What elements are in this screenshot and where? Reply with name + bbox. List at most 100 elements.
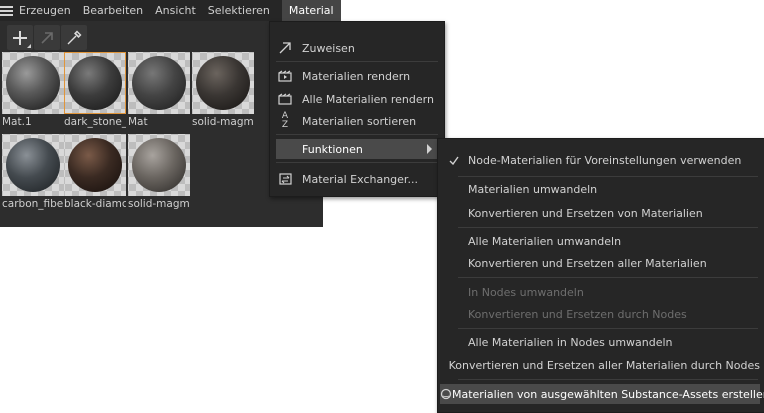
menu-item-label: Material Exchanger... xyxy=(302,172,418,186)
menu-ansicht[interactable]: Ansicht xyxy=(149,0,202,21)
submenu-item-to-nodes: In Nodes umwandeln xyxy=(440,282,760,302)
menu-item-zuweisen[interactable]: Zuweisen xyxy=(276,38,438,58)
checkmark-icon xyxy=(440,153,468,167)
submenu-item-label: Materialien von ausgewählten Substance-A… xyxy=(452,387,764,401)
material-sphere xyxy=(68,56,122,110)
material-thumbnail xyxy=(2,52,64,114)
blank-icon xyxy=(440,182,468,196)
material-thumbnail xyxy=(128,134,190,196)
material-item[interactable]: dark_stone_ xyxy=(64,52,126,128)
submenu-item-replace-by-nodes: Konvertieren und Ersetzen durch Nodes xyxy=(440,304,760,324)
eyedropper-icon xyxy=(67,30,82,44)
menu-separator xyxy=(458,277,758,278)
menu-item-label: Materialien sortieren xyxy=(302,114,417,128)
menu-separator xyxy=(458,176,758,177)
blank-icon xyxy=(440,206,468,220)
submenu-item-label: In Nodes umwandeln xyxy=(468,285,584,299)
menu-selektieren[interactable]: Selektieren xyxy=(202,0,276,21)
apply-material-button[interactable] xyxy=(34,25,60,50)
menu-separator xyxy=(458,227,758,228)
material-thumbnail xyxy=(128,52,190,114)
submenu-arrow-icon xyxy=(427,144,432,154)
menu-item-alle-materialien-rendern[interactable]: Alle Materialien rendern xyxy=(276,89,438,109)
plus-icon xyxy=(13,30,27,45)
submenu-item-from-substance[interactable]: Materialien von ausgewählten Substance-A… xyxy=(440,384,764,404)
submenu-item-label: Konvertieren und Ersetzen aller Material… xyxy=(468,256,707,270)
material-item[interactable]: solid-magm xyxy=(128,134,190,210)
material-sphere xyxy=(132,138,186,192)
material-label: carbon_fibe xyxy=(2,198,64,210)
submenu-item-replace-all-by-nodes[interactable]: Konvertieren und Ersetzen aller Material… xyxy=(440,355,760,375)
material-label: solid-magm xyxy=(192,116,254,128)
material-label: black-diamc xyxy=(64,198,126,210)
submenu-item-convert-all[interactable]: Alle Materialien umwandeln xyxy=(440,231,760,251)
material-sphere xyxy=(132,56,186,110)
menu-separator xyxy=(276,162,438,163)
material-item[interactable]: Mat xyxy=(128,52,190,128)
exchanger-icon xyxy=(276,172,294,186)
material-item[interactable]: black-diamc xyxy=(64,134,126,210)
menu-material[interactable]: Material xyxy=(281,0,341,21)
material-thumbnail xyxy=(2,134,64,196)
arrow-up-right-icon xyxy=(276,41,294,55)
menu-item-label: Alle Materialien rendern xyxy=(302,92,434,106)
substance-icon xyxy=(440,387,452,401)
blank-icon xyxy=(440,256,468,270)
menu-erzeugen[interactable]: Erzeugen xyxy=(13,0,77,21)
material-label: solid-magm xyxy=(128,198,190,210)
material-item[interactable]: solid-magm xyxy=(192,52,254,128)
submenu-item-label: Node-Materialien für Voreinstellungen ve… xyxy=(468,153,742,167)
submenu-item-convert[interactable]: Materialien umwandeln xyxy=(440,179,760,199)
sort-az-icon: AZ xyxy=(281,111,289,130)
material-label: Mat.1 xyxy=(2,116,32,128)
film-clapper-all-icon xyxy=(276,92,294,106)
material-item[interactable]: carbon_fibe xyxy=(2,134,64,210)
menu-separator xyxy=(458,328,758,329)
menu-separator xyxy=(276,134,438,135)
functions-submenu: Node-Materialien für Voreinstellungen ve… xyxy=(437,138,764,413)
submenu-item-label: Alle Materialien umwandeln xyxy=(468,234,622,248)
menu-bearbeiten[interactable]: Bearbeiten xyxy=(77,0,149,21)
toolbar xyxy=(7,25,87,50)
dropdown-corner-icon xyxy=(27,44,31,48)
material-thumbnail xyxy=(64,52,126,114)
menu-item-label: Funktionen xyxy=(302,142,363,156)
menu-item-label: Materialien rendern xyxy=(302,69,411,83)
menu-item-label: Zuweisen xyxy=(302,41,355,55)
menu-separator xyxy=(458,379,758,380)
submenu-item-label: Konvertieren und Ersetzen durch Nodes xyxy=(468,307,687,321)
material-thumbnail xyxy=(64,134,126,196)
menu-separator xyxy=(276,61,438,62)
blank-icon xyxy=(440,307,468,321)
menu-item-funktionen[interactable]: Funktionen xyxy=(276,139,438,159)
menubar: Erzeugen Bearbeiten Ansicht Selektieren … xyxy=(0,0,341,21)
submenu-item-convert-replace[interactable]: Konvertieren und Ersetzen von Materialie… xyxy=(440,203,760,223)
submenu-item-convert-replace-all[interactable]: Konvertieren und Ersetzen aller Material… xyxy=(440,253,760,273)
submenu-item-node-default[interactable]: Node-Materialien für Voreinstellungen ve… xyxy=(440,150,760,170)
material-sphere xyxy=(196,56,250,110)
submenu-item-label: Materialien umwandeln xyxy=(468,182,598,196)
blank-icon xyxy=(440,285,468,299)
new-material-button[interactable] xyxy=(7,25,33,50)
submenu-item-all-to-nodes[interactable]: Alle Materialien in Nodes umwandeln xyxy=(440,332,760,352)
menu-item-material-exchanger[interactable]: Material Exchanger... xyxy=(276,169,438,189)
submenu-item-label: Alle Materialien in Nodes umwandeln xyxy=(468,335,673,349)
eyedropper-button[interactable] xyxy=(61,25,87,50)
material-label: Mat xyxy=(128,116,148,128)
material-label: dark_stone_ xyxy=(64,116,126,128)
submenu-item-label: Konvertieren und Ersetzen aller Material… xyxy=(448,358,760,372)
blank-icon xyxy=(440,358,449,372)
hamburger-menu-icon[interactable] xyxy=(0,0,13,21)
menu-item-materialien-rendern[interactable]: Materialien rendern xyxy=(276,66,438,86)
arrow-icon xyxy=(41,31,53,44)
material-sphere xyxy=(6,56,60,110)
material-sphere xyxy=(6,138,60,192)
blank-icon xyxy=(276,142,294,156)
blank-icon xyxy=(440,335,468,349)
material-dropdown-menu: Zuweisen Materialien rendern Alle Materi… xyxy=(269,21,445,197)
blank-icon xyxy=(440,234,468,248)
material-item[interactable]: Mat.1 xyxy=(2,52,64,128)
menu-item-materialien-sortieren[interactable]: AZ Materialien sortieren xyxy=(276,111,438,131)
material-thumbnail xyxy=(192,52,254,114)
film-clapper-icon xyxy=(276,69,294,83)
